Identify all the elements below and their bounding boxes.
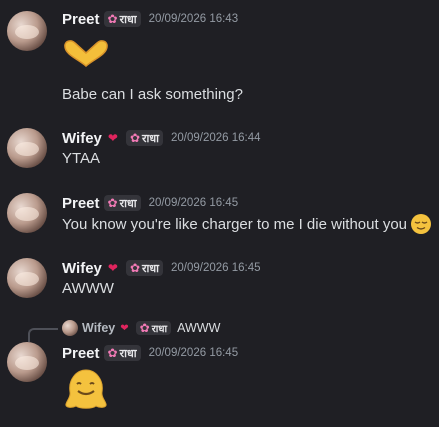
message-header: Wifey ❤ ✿ राधा 20/09/2026 16:44 <box>62 128 261 148</box>
reply-author-name[interactable]: Wifey <box>82 321 115 335</box>
role-tag[interactable]: ✿ राधा <box>103 195 141 211</box>
author-name[interactable]: Preet <box>62 11 100 28</box>
relieved-face-emoji <box>411 214 431 234</box>
role-tag[interactable]: ✿ राधा <box>103 11 141 27</box>
author-name[interactable]: Wifey <box>62 260 102 277</box>
reply-text: AWWW <box>177 321 221 335</box>
mending-heart-icon: ❤ <box>107 131 118 145</box>
author-name[interactable]: Wifey <box>62 130 102 147</box>
timestamp[interactable]: 20/09/2026 16:45 <box>149 197 239 209</box>
role-tag-label: राधा <box>119 13 137 26</box>
melting-face-emoji <box>65 369 107 409</box>
mending-heart-icon: ❤ <box>107 261 118 275</box>
message-header: Preet ✿ राधा 20/09/2026 16:45 <box>62 343 238 363</box>
avatar[interactable] <box>7 342 47 382</box>
role-tag[interactable]: ✿ राधा <box>103 345 141 361</box>
message-header: Wifey ❤ ✿ राधा 20/09/2026 16:45 <box>62 258 261 278</box>
flower-icon: ✿ <box>107 196 118 210</box>
message-text: You know you're like charger to me I die… <box>62 215 407 233</box>
message-header: Preet ✿ राधा 20/09/2026 16:45 <box>62 193 238 213</box>
reply-connector <box>28 328 58 342</box>
flower-icon: ✿ <box>139 321 150 335</box>
role-tag[interactable]: ✿ राधा <box>125 130 163 146</box>
flower-icon: ✿ <box>107 12 118 26</box>
flower-icon: ✿ <box>107 346 118 360</box>
message-text: YTAA <box>62 150 101 167</box>
message-header: Preet ✿ राधा 20/09/2026 16:43 <box>62 9 238 29</box>
role-tag-label: राधा <box>142 132 159 145</box>
timestamp[interactable]: 20/09/2026 16:45 <box>149 347 239 359</box>
avatar[interactable] <box>7 128 47 168</box>
author-name[interactable]: Preet <box>62 195 100 212</box>
role-tag[interactable]: ✿ राधा <box>125 260 163 276</box>
timestamp[interactable]: 20/09/2026 16:43 <box>149 13 239 25</box>
reply-avatar <box>62 320 78 336</box>
message-text-row: You know you're like charger to me I die… <box>62 213 432 235</box>
role-tag-label: राधा <box>142 262 159 275</box>
avatar[interactable] <box>7 193 47 233</box>
timestamp[interactable]: 20/09/2026 16:45 <box>171 262 261 274</box>
message-text: Babe can I ask something? <box>62 86 243 103</box>
role-tag-label: राधा <box>119 347 137 360</box>
role-tag[interactable]: ✿ राधा <box>135 321 172 335</box>
flower-icon: ✿ <box>129 131 140 145</box>
mending-heart-icon: ❤ <box>120 322 129 334</box>
role-tag-label: राधा <box>151 324 168 335</box>
avatar[interactable] <box>7 11 47 51</box>
avatar[interactable] <box>7 258 47 298</box>
reply-preview[interactable]: Wifey ❤ ✿ राधा AWWW <box>62 320 220 336</box>
timestamp[interactable]: 20/09/2026 16:44 <box>171 132 261 144</box>
author-name[interactable]: Preet <box>62 345 100 362</box>
flower-icon: ✿ <box>129 261 140 275</box>
message-text: AWWW <box>62 280 114 297</box>
role-tag-label: राधा <box>119 197 137 210</box>
heart-hands-emoji <box>64 40 108 67</box>
